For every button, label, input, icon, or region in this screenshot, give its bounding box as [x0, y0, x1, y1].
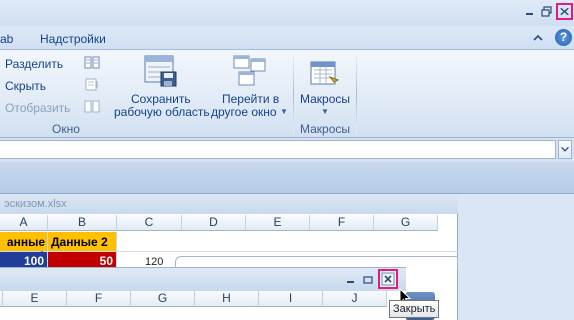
restore-icon[interactable] [540, 5, 554, 18]
column-header[interactable]: H [195, 291, 259, 307]
macros-group-label: Макросы [300, 122, 351, 136]
workspace-background-right [458, 194, 574, 320]
reset-window-position-icon[interactable] [83, 99, 101, 115]
column-header[interactable]: G [131, 291, 195, 307]
window-group-label: Окно [52, 122, 80, 136]
data-cell[interactable]: 50 [48, 252, 117, 268]
close-icon [560, 7, 569, 16]
workspace-background [0, 162, 574, 194]
save-workspace-icon[interactable] [142, 54, 178, 88]
app-title-bar [0, 0, 574, 26]
expand-formula-bar-button[interactable] [558, 140, 572, 159]
minimize-icon[interactable] [523, 5, 537, 18]
ribbon-tabs: ab Надстройки ? [0, 26, 574, 50]
column-header[interactable]: J [323, 291, 387, 307]
hide-button[interactable]: Скрыть [5, 79, 46, 93]
column-header[interactable]: F [67, 291, 131, 307]
workbook-title: эскизом.xlsx [0, 194, 458, 214]
tab-addins[interactable]: Надстройки [40, 32, 106, 46]
column-header[interactable]: I [259, 291, 323, 307]
column-header[interactable]: C [117, 215, 182, 231]
restore-icon[interactable] [362, 274, 374, 286]
ribbon-view: Разделить Скрыть Отобразить Сохранить ра… [0, 49, 574, 138]
chevron-down-icon: ▼ [321, 107, 329, 116]
close-workbook-button[interactable] [556, 3, 573, 20]
column-header[interactable]: E [246, 215, 310, 231]
column-header[interactable]: D [182, 215, 246, 231]
formula-input[interactable] [0, 140, 556, 159]
data-cell[interactable]: 100 [0, 252, 48, 268]
tab-view-partial[interactable]: ab [0, 32, 13, 46]
second-workbook-window: E F G H I J [0, 267, 406, 320]
close-tooltip: Закрыть [389, 300, 440, 318]
close-window-button[interactable] [378, 269, 398, 289]
minimize-icon[interactable] [345, 274, 357, 286]
switch-windows-label-1[interactable]: Перейти в [222, 92, 279, 106]
column-header[interactable]: F [310, 215, 374, 231]
chevron-down-icon [561, 146, 569, 152]
close-icon [381, 272, 395, 286]
save-workspace-label-2[interactable]: рабочую область [114, 105, 210, 119]
column-header[interactable]: G [374, 215, 438, 231]
macros-button[interactable]: Макросы [300, 92, 350, 106]
synchronous-scroll-icon[interactable] [83, 77, 101, 93]
group-separator [293, 54, 294, 134]
save-workspace-label-1[interactable]: Сохранить [131, 92, 191, 106]
side-by-side-icon[interactable] [83, 55, 101, 71]
column-header[interactable]: E [3, 291, 67, 307]
split-button[interactable]: Разделить [5, 57, 63, 71]
switch-windows-label-2[interactable]: другое окно [211, 105, 277, 119]
macros-icon[interactable] [308, 60, 342, 88]
column-header[interactable]: A [0, 215, 48, 231]
help-icon[interactable]: ? [555, 29, 572, 46]
header-cell[interactable]: Данные 2 [48, 232, 117, 252]
chevron-down-icon: ▼ [280, 107, 288, 116]
column-header[interactable]: B [48, 215, 117, 231]
header-cell[interactable]: анные 1 [0, 232, 48, 263]
switch-windows-icon[interactable] [231, 54, 267, 88]
minimize-ribbon-icon[interactable] [531, 31, 545, 45]
empty-cells[interactable] [117, 232, 458, 252]
second-workbook-title-bar [0, 267, 406, 291]
unhide-button[interactable]: Отобразить [5, 101, 70, 115]
group-separator [356, 54, 357, 134]
formula-bar [0, 138, 574, 162]
